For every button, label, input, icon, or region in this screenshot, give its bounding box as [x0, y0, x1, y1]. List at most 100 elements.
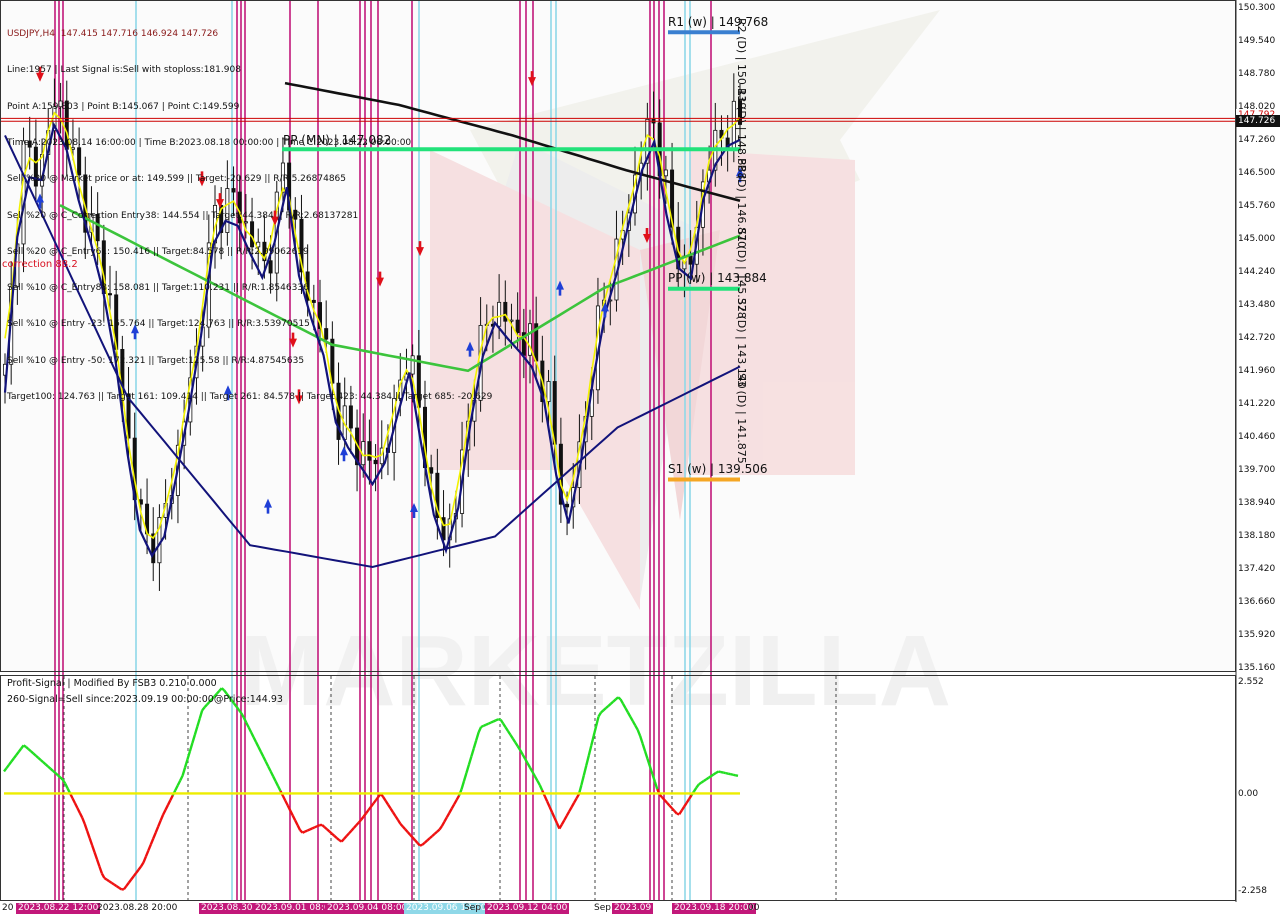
- indicator-title: Profit-Signal | Modified By FSB3 0.210 0…: [7, 678, 217, 689]
- profit-signal-line: [115, 885, 120, 889]
- info-line-9: Sell %10 @ Entry -50: 172.321 || Target:…: [7, 355, 305, 366]
- info-line-7: Sell %10 @ C_Entry88: 158.081 || Target:…: [7, 283, 309, 294]
- candle-body: [497, 301, 502, 327]
- profit-signal-line: [732, 773, 736, 777]
- candle-body: [509, 319, 514, 322]
- profit-signal-line: [113, 883, 118, 888]
- time-label: 2023.09.18 20:00: [672, 903, 757, 914]
- time-label: 2023.09.04 08:00: [325, 903, 410, 914]
- price-tick: 146.500: [1238, 168, 1276, 178]
- price-tick: 144.240: [1238, 267, 1276, 277]
- info-line-1: Line:1957 | Last Signal is:Sell with sto…: [7, 65, 241, 76]
- profit-signal-line: [433, 830, 438, 835]
- price-tick: 137.420: [1238, 564, 1276, 574]
- daily-pivot-s3: S3 (D) | 141.875: [735, 373, 748, 464]
- time-label: 20: [2, 903, 14, 913]
- correction-label: correction 88.2: [2, 259, 78, 270]
- profit-signal-line: [617, 696, 622, 701]
- price-tick: 141.960: [1238, 366, 1276, 376]
- profit-signal-line: [419, 843, 423, 847]
- profit-signal-line: [37, 756, 42, 761]
- info-line-3: Time A:2023.08.14 16:00:00 | Time B:2023…: [7, 138, 412, 149]
- profit-signal-line: [727, 772, 731, 776]
- profit-signal-line: [54, 772, 59, 777]
- info-line-10: Target100: 124.763 || Target 161: 109.41…: [7, 392, 493, 402]
- profit-signal-line: [32, 752, 37, 757]
- indicator-tick-zero: 0.00: [1238, 789, 1259, 799]
- indicator-tick-top: 2.552: [1238, 677, 1264, 687]
- profit-signal-line: [333, 834, 338, 839]
- profit-signal-line: [735, 774, 739, 778]
- profit-signal-line: [492, 719, 497, 723]
- profit-signal-line: [57, 774, 62, 779]
- candle-body: [546, 381, 551, 403]
- profit-signal-line: [712, 771, 717, 776]
- price-tick: 140.460: [1238, 432, 1276, 442]
- candle-body: [429, 467, 434, 474]
- profit-signal-line: [316, 824, 321, 828]
- profit-signal-line: [707, 775, 712, 779]
- signal-info-box: USDJPY,H4 147.415 147.716 146.924 147.72…: [7, 4, 492, 415]
- time-label: 2023.08.30: [199, 903, 255, 914]
- price-tick: 150.300: [1238, 3, 1276, 13]
- profit-signal-line: [424, 839, 429, 844]
- profit-signal-line: [490, 720, 494, 724]
- profit-signal-line: [35, 754, 40, 759]
- profit-signal-line: [335, 837, 340, 842]
- profit-signal-line: [600, 709, 605, 714]
- price-tick: 135.160: [1238, 663, 1276, 673]
- profit-signal-line: [487, 721, 492, 725]
- time-label: Sep: [594, 903, 611, 913]
- profit-signal-line: [609, 700, 615, 705]
- price-tick: 138.940: [1238, 498, 1276, 508]
- profit-signal-line: [703, 778, 707, 783]
- profit-signal-line: [723, 771, 727, 775]
- info-line-4: Sell %20 @ Market price or at: 149.599 |…: [7, 174, 346, 185]
- profit-signal-line: [25, 746, 30, 751]
- profit-signal-line: [483, 723, 487, 727]
- profit-signal-line: [304, 829, 308, 833]
- time-label: 2023.08.22 12:00: [16, 903, 101, 914]
- profit-signal-line: [52, 769, 57, 774]
- profit-signal-line: [314, 825, 318, 829]
- profit-signal-line: [605, 705, 610, 710]
- profit-signal-line: [220, 687, 225, 692]
- profit-signal-line: [718, 770, 722, 774]
- profit-signal-line: [106, 878, 110, 883]
- candle-body: [367, 441, 372, 461]
- info-line-5: Sell %20 @ C_Correction Entry38: 144.554…: [7, 210, 359, 221]
- candle-body: [688, 255, 693, 265]
- price-tick: 145.000: [1238, 234, 1276, 244]
- profit-signal-line: [436, 828, 441, 833]
- profit-signal-line: [323, 826, 328, 831]
- time-label: 00: [748, 903, 760, 913]
- profit-signal-line: [480, 724, 485, 729]
- profit-signal-line: [715, 770, 720, 774]
- profit-signal-line: [602, 707, 607, 712]
- price-tick: 142.720: [1238, 333, 1276, 343]
- time-label: 2023.09.12 04:00: [485, 903, 570, 914]
- price-tick: 143.480: [1238, 300, 1276, 310]
- profit-signal-line: [720, 770, 724, 774]
- profit-signal-line: [49, 767, 54, 772]
- price-tick: 141.220: [1238, 399, 1276, 409]
- price-tick: 136.660: [1238, 597, 1276, 607]
- profit-signal-line: [309, 827, 313, 831]
- profit-signal-line: [495, 718, 499, 722]
- profit-signal-line: [331, 832, 336, 837]
- candle-body: [503, 301, 508, 322]
- time-label: 2023.09: [612, 903, 654, 914]
- price-tick: 149.540: [1238, 36, 1276, 46]
- profit-signal-line: [485, 722, 489, 726]
- profit-signal-line: [27, 748, 32, 753]
- price-tick: 138.180: [1238, 531, 1276, 541]
- profit-signal-line: [725, 771, 729, 775]
- indicator-signal-text: 260-Signal=Sell since:2023.09.19 00:00:0…: [7, 694, 283, 705]
- candle-body: [663, 169, 668, 177]
- profit-signal-line: [47, 765, 52, 770]
- price-tick: 145.760: [1238, 201, 1276, 211]
- indicator-tick-bottom: -2.258: [1238, 886, 1268, 896]
- pp-monthly-label: PP (MN) | 147.082: [283, 133, 392, 147]
- profit-signal-line: [710, 773, 715, 778]
- daily-pivot-labels: R2 (D) | 150.139 R1 (D) | 148.888 PP (D)…: [734, 18, 754, 468]
